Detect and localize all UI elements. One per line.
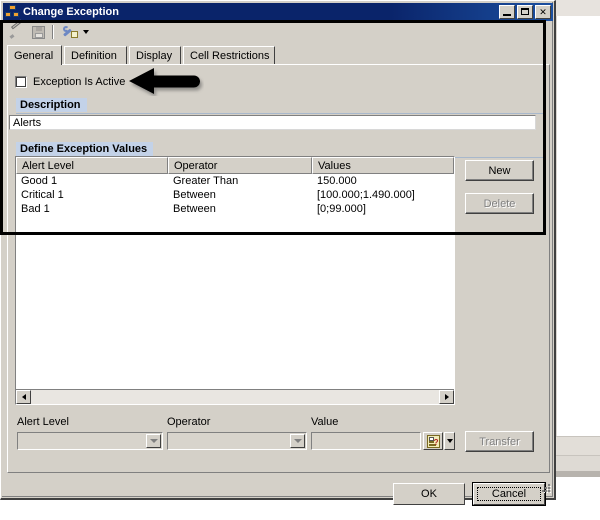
- table-row[interactable]: Bad 1 Between [0;99.000]: [16, 202, 454, 216]
- transfer-button-label: Transfer: [479, 436, 520, 448]
- variable-chevron-down-icon: [447, 439, 453, 443]
- scroll-right-button[interactable]: [439, 390, 454, 404]
- tab-general[interactable]: General: [7, 45, 62, 65]
- cancel-button[interactable]: Cancel: [473, 483, 545, 505]
- operator-field-label: Operator: [167, 416, 210, 428]
- table-row[interactable]: Critical 1 Between [100.000;1.490.000]: [16, 188, 454, 202]
- scroll-track[interactable]: [31, 390, 439, 404]
- background-window-bar-2: [556, 455, 600, 472]
- alert-level-chevron-down-icon[interactable]: [146, 434, 161, 448]
- column-header-operator[interactable]: Operator: [168, 157, 312, 174]
- description-input[interactable]: Alerts: [9, 115, 536, 130]
- tab-cell-restrictions-label: Cell Restrictions: [190, 50, 269, 62]
- tab-definition-label: Definition: [71, 50, 117, 62]
- edit-pencil-icon[interactable]: [6, 23, 26, 41]
- list-horizontal-scrollbar[interactable]: [16, 389, 454, 404]
- background-window-footer: [556, 477, 600, 520]
- delete-button-label: Delete: [484, 198, 516, 210]
- background-window-body: [556, 16, 600, 436]
- tools-wrench-icon[interactable]: [60, 23, 80, 41]
- cell-values: [0;99.000]: [312, 203, 454, 215]
- cancel-button-label: Cancel: [492, 488, 526, 500]
- screen: Change Exception ✕ Gene: [0, 0, 600, 520]
- toolbar-separator: [52, 25, 54, 39]
- toolbar-chevron-down-icon[interactable]: [83, 30, 89, 34]
- column-header-alert-level[interactable]: Alert Level: [16, 157, 168, 174]
- column-header-values-label: Values: [318, 160, 351, 172]
- cell-values: [100.000;1.490.000]: [312, 189, 454, 201]
- variable-picker-button[interactable]: ?: [423, 432, 443, 450]
- description-group-title: Description: [16, 98, 87, 112]
- alert-level-combo[interactable]: [17, 432, 163, 450]
- column-header-alert-level-label: Alert Level: [22, 160, 74, 172]
- window-controls: ✕: [499, 5, 551, 19]
- cell-operator: Between: [168, 203, 312, 215]
- list-body: Good 1 Greater Than 150.000 Critical 1 B…: [16, 174, 454, 216]
- tab-display[interactable]: Display: [129, 46, 181, 64]
- exception-is-active-label: Exception Is Active: [33, 76, 125, 88]
- tab-cell-restrictions[interactable]: Cell Restrictions: [183, 46, 275, 64]
- close-button[interactable]: ✕: [535, 5, 551, 19]
- save-floppy-icon[interactable]: [28, 23, 48, 41]
- close-icon: ✕: [536, 6, 550, 18]
- cell-alert-level: Bad 1: [16, 203, 168, 215]
- window-title: Change Exception: [23, 6, 499, 18]
- cell-operator: Greater Than: [168, 175, 312, 187]
- tab-general-label: General: [14, 50, 53, 62]
- toolbar: [4, 22, 552, 42]
- new-button-label: New: [488, 165, 510, 177]
- title-bar[interactable]: Change Exception ✕: [3, 3, 553, 21]
- column-header-values[interactable]: Values: [312, 157, 454, 174]
- value-field-label: Value: [311, 416, 338, 428]
- tab-display-label: Display: [136, 50, 172, 62]
- resize-grip[interactable]: [539, 483, 551, 495]
- description-input-value: Alerts: [13, 117, 41, 129]
- values-group-title: Define Exception Values: [16, 142, 153, 156]
- maximize-button[interactable]: [517, 5, 533, 19]
- exception-is-active-checkbox[interactable]: [15, 76, 27, 88]
- variable-picker-dropdown-button[interactable]: [444, 432, 455, 450]
- change-exception-dialog: Change Exception ✕ Gene: [0, 0, 556, 500]
- cell-values: 150.000: [312, 175, 454, 187]
- background-window-bar-1: [556, 436, 600, 455]
- column-header-operator-label: Operator: [174, 160, 217, 172]
- tab-definition[interactable]: Definition: [64, 46, 127, 64]
- tab-strip: General Definition Display Cell Restrict…: [7, 45, 550, 64]
- list-header-row: Alert Level Operator Values: [16, 157, 454, 174]
- delete-button[interactable]: Delete: [465, 193, 534, 214]
- ok-button[interactable]: OK: [393, 483, 465, 505]
- exception-values-list[interactable]: Alert Level Operator Values Good 1 Great…: [15, 156, 455, 405]
- variable-picker-icon: ?: [427, 435, 440, 448]
- operator-chevron-down-icon[interactable]: [290, 434, 305, 448]
- exception-is-active-row[interactable]: Exception Is Active: [15, 76, 125, 88]
- scroll-left-button[interactable]: [16, 390, 31, 404]
- background-window-titlestrip: [556, 0, 600, 16]
- transfer-button[interactable]: Transfer: [465, 431, 534, 452]
- alert-level-field-label: Alert Level: [17, 416, 69, 428]
- minimize-button[interactable]: [499, 5, 515, 19]
- ok-button-label: OK: [421, 488, 437, 500]
- hierarchy-icon: [5, 5, 19, 19]
- new-button[interactable]: New: [465, 160, 534, 181]
- cell-alert-level: Critical 1: [16, 189, 168, 201]
- table-row[interactable]: Good 1 Greater Than 150.000: [16, 174, 454, 188]
- cell-operator: Between: [168, 189, 312, 201]
- description-group-rule: [16, 113, 543, 114]
- value-input[interactable]: [311, 432, 421, 450]
- operator-combo[interactable]: [167, 432, 307, 450]
- cell-alert-level: Good 1: [16, 175, 168, 187]
